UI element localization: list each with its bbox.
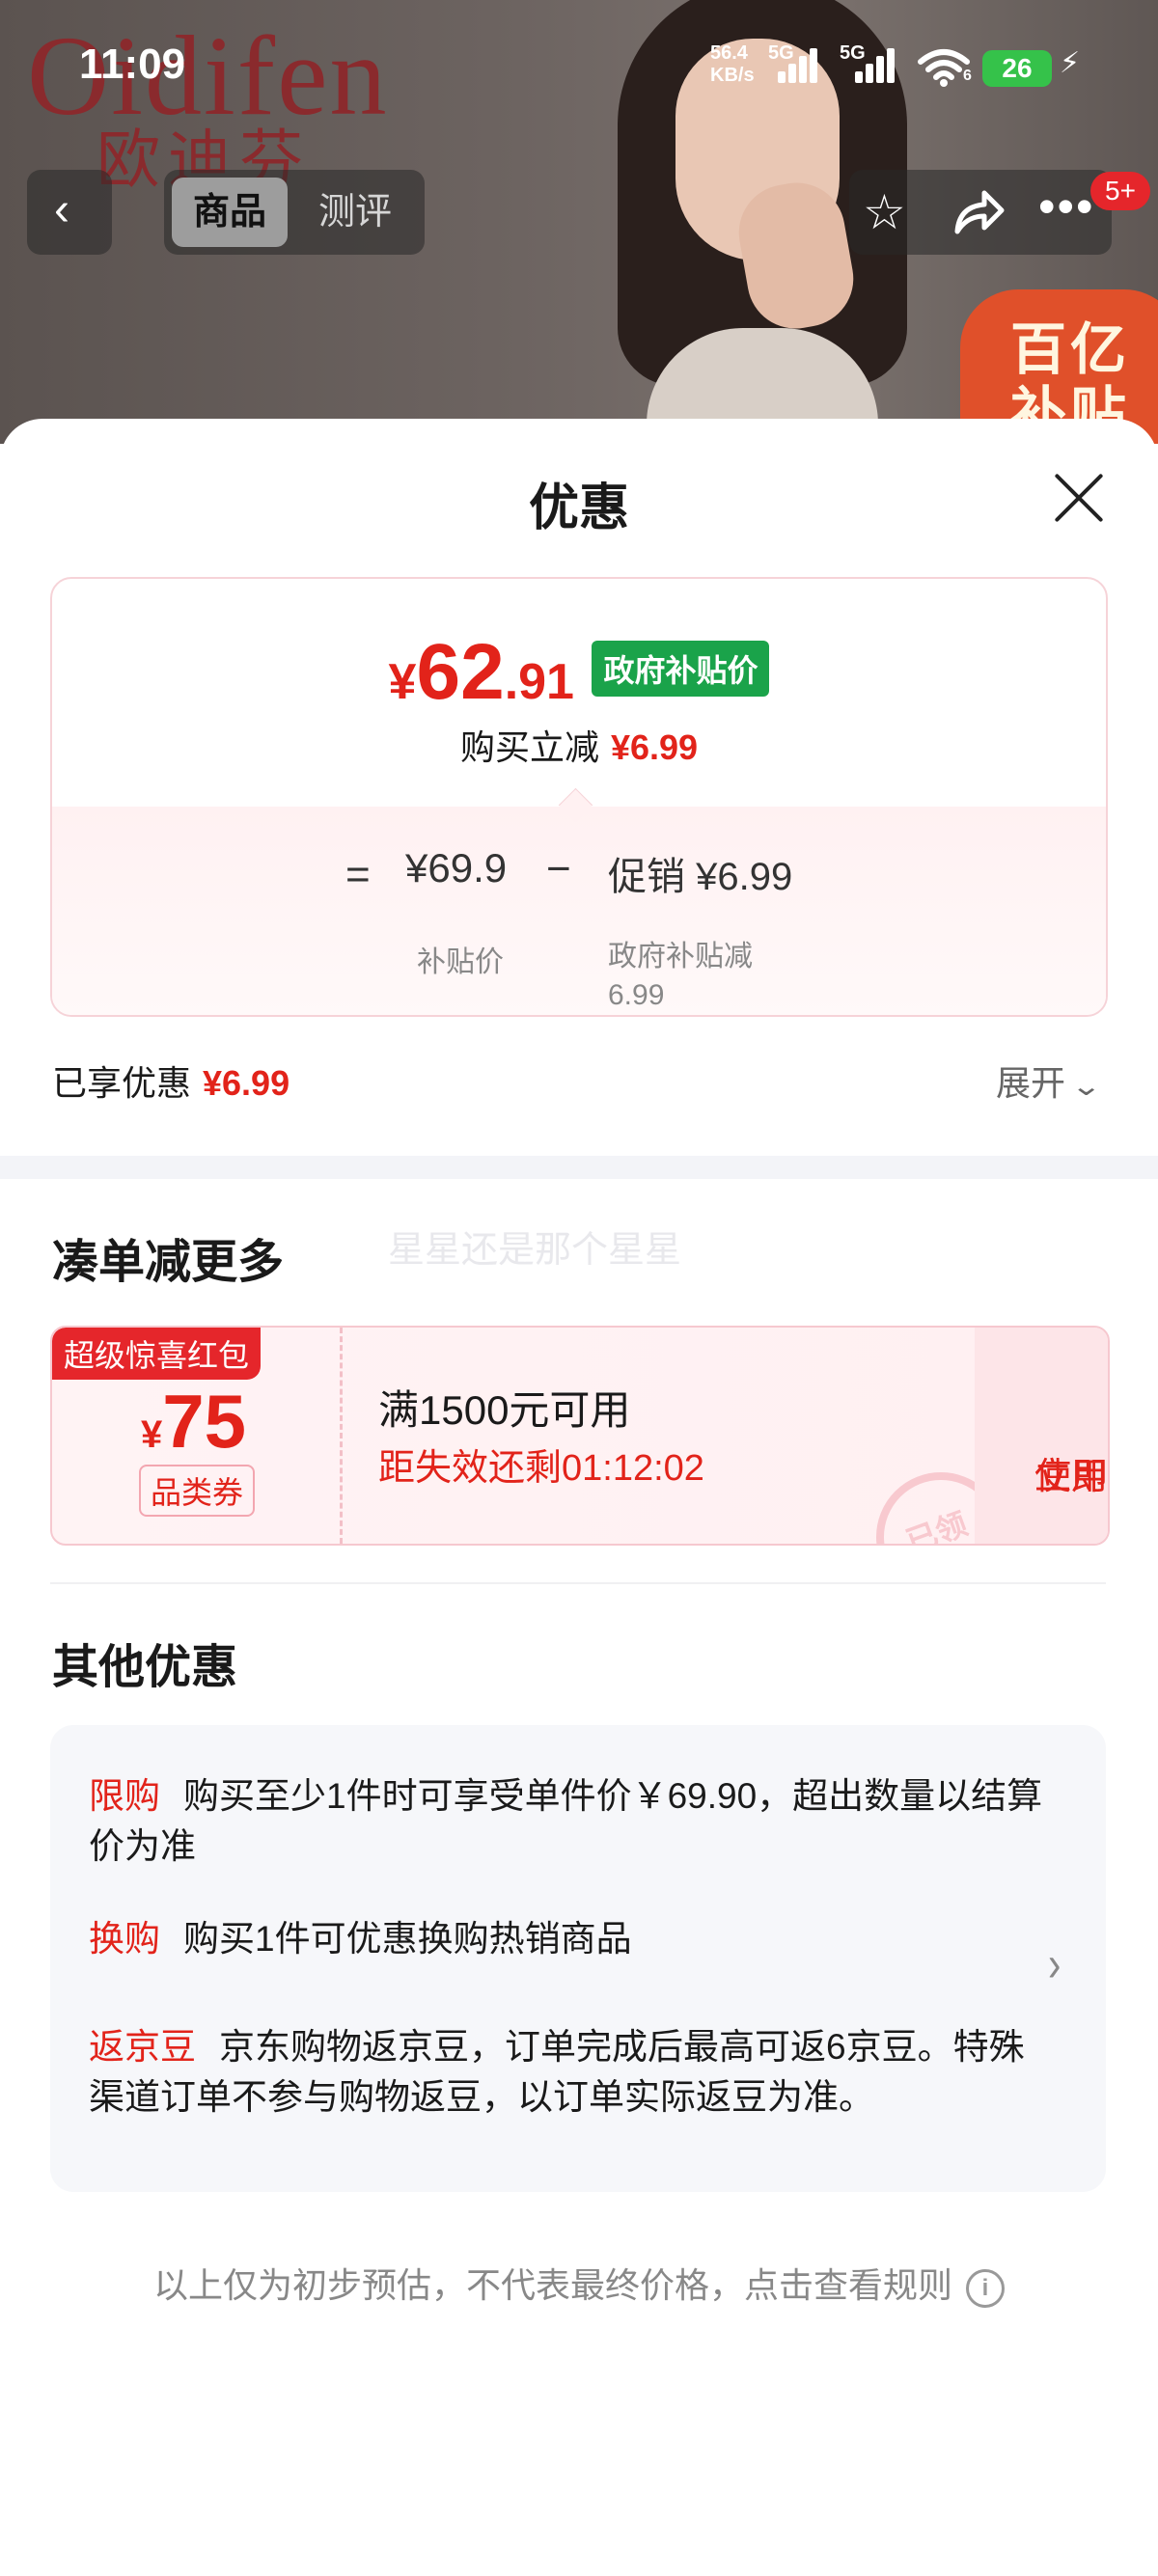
instant-cut: 购买立减 ¥6.99 [459, 727, 699, 767]
promo-label: 政府补贴减 6.99 [608, 941, 753, 1011]
equals-sign: = [345, 851, 371, 898]
coupon-type: 品类券 [139, 1465, 256, 1517]
promo-amount: 促销 ¥6.99 [608, 856, 793, 898]
battery-indicator: 26 [982, 50, 1052, 87]
coupon-amount: ¥75 [141, 1379, 247, 1464]
bundle-section-title: 凑单减更多 [52, 1237, 285, 1288]
gov-subsidy-tag: 政府补贴价 [592, 641, 770, 697]
message-badge: 5+ [1090, 172, 1150, 210]
coupon-condition: 满1500元可用 [378, 1387, 631, 1433]
list-item-exchange[interactable]: 换购 购买1件可优惠换购热销商品 [89, 1914, 1054, 1964]
charging-bolt-icon: ⚡ [1060, 47, 1081, 79]
expand-button[interactable]: 展开 ⌄ [996, 1055, 1102, 1106]
rules-note[interactable]: 以上仅为初步预估，不代表最终价格，点击查看规则 i [0, 2258, 1158, 2308]
coupon-timer: 距失效还剩01:12:02 [378, 1448, 704, 1489]
net-speed: 56.4 KB/s [710, 42, 755, 86]
final-price: ¥62.91 政府补贴价 [52, 627, 1106, 718]
tab-product[interactable]: 商品 [172, 178, 288, 247]
list-item-purchase-limit: 限购 购买至少1件时可享受单件价￥69.90，超出数量以结算价为准 [89, 1776, 1043, 1866]
close-icon[interactable] [1050, 469, 1108, 527]
info-icon[interactable]: i [966, 2269, 1005, 2308]
chevron-right-icon[interactable]: › [1048, 1936, 1061, 1993]
status-time: 11:09 [79, 41, 186, 88]
sheet-title: 优惠 [528, 480, 629, 536]
section-divider [0, 1156, 1158, 1179]
list-item-jingdou: 返京豆 京东购物返京豆，订单完成后最高可返6京豆。特殊渠道订单不参与购物返豆，以订… [89, 2027, 1025, 2117]
star-icon[interactable]: ☆ [863, 183, 906, 241]
signal-bars-icon-2 [855, 46, 897, 83]
tab-review[interactable]: 测评 [297, 178, 413, 247]
other-discounts-list: 限购 购买至少1件时可享受单件价￥69.90，超出数量以结算价为准 换购 购买1件可… [50, 1725, 1106, 2192]
other-section-title: 其他优惠 [52, 1642, 238, 1693]
coupon-ribbon: 超级惊喜红包 [52, 1328, 262, 1380]
product-tabs: 商品 测评 [164, 170, 425, 255]
watermark-text: 星星还是那个星星 [388, 1230, 682, 1271]
coupon-card[interactable]: 超级惊喜红包 ¥75 品类券 满1500元可用 距失效还剩01:12:02 已领… [50, 1326, 1110, 1546]
enjoyed-discount: 已享优惠 ¥6.99 [52, 1063, 290, 1103]
wifi-sub: 6 [963, 68, 972, 84]
back-button[interactable]: ‹ [27, 170, 112, 255]
chevron-down-icon: ⌄ [1070, 1071, 1103, 1101]
share-icon[interactable] [951, 187, 1006, 237]
discount-sheet: 优惠 ¥62.91 政府补贴价 购买立减 ¥6.99 = ¥69.9 − 促销 ¥… [0, 419, 1158, 2576]
minus-sign: − [546, 845, 571, 892]
divider-line [50, 1582, 1106, 1584]
top-actions: ☆ ••• [849, 170, 1112, 255]
more-icon[interactable]: ••• [1038, 178, 1095, 235]
base-price-label: 补贴价 [417, 946, 504, 978]
chevron-left-icon: ‹ [54, 184, 69, 235]
price-breakdown-card: ¥62.91 政府补贴价 购买立减 ¥6.99 = ¥69.9 − 促销 ¥6.9… [50, 577, 1108, 1017]
use-now-button[interactable]: 立即 使用 [975, 1328, 1108, 1544]
signal-bars-icon-1 [778, 46, 820, 83]
base-price: ¥69.9 [405, 845, 508, 891]
